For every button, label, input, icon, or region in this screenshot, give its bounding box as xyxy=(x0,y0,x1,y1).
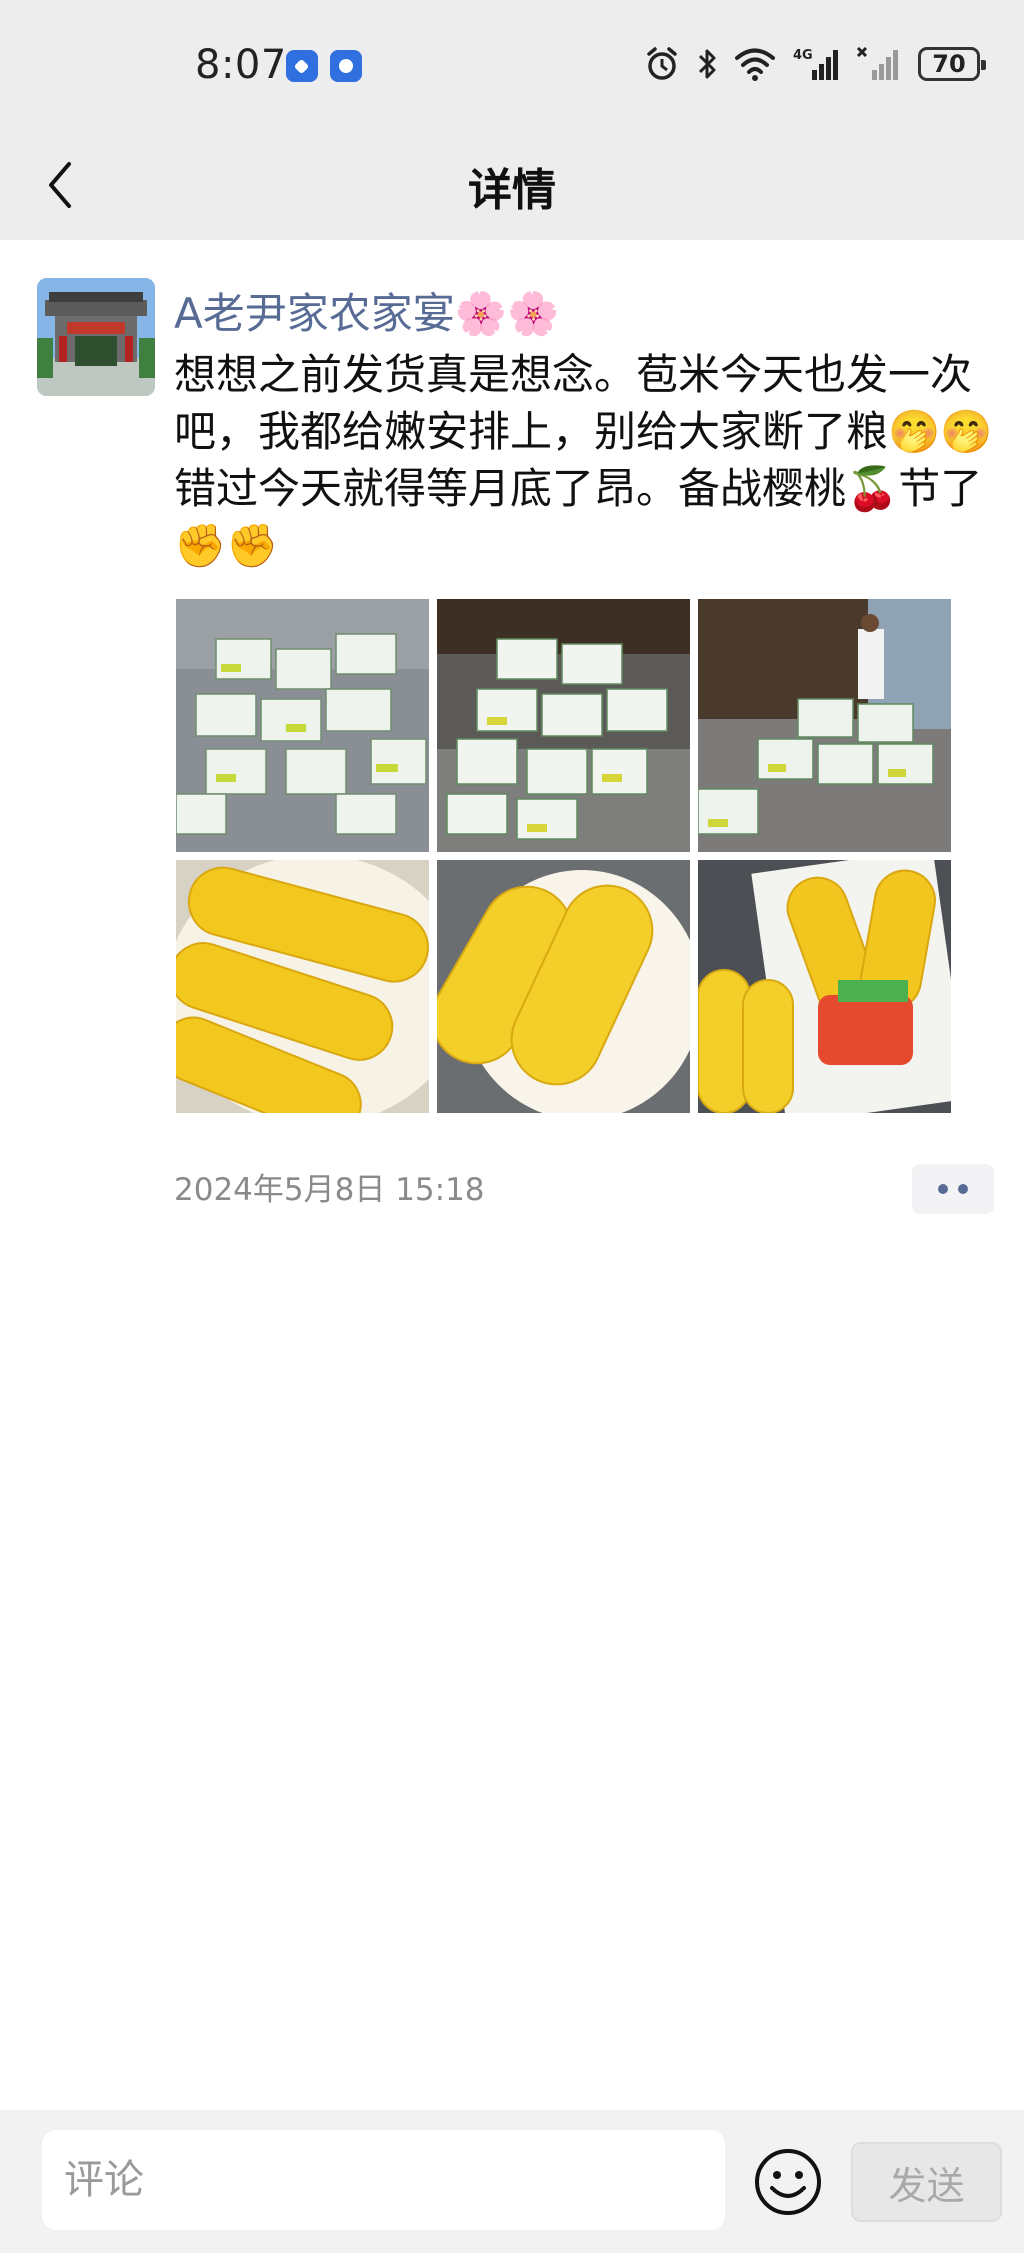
send-button[interactable]: 发送 xyxy=(851,2142,1002,2222)
battery-level: 70 xyxy=(932,50,966,78)
system-icons: 4G 70 xyxy=(644,44,986,84)
status-bar: 8:07 4G 70 xyxy=(0,0,1024,130)
cooked-corn-photo-1[interactable] xyxy=(176,860,429,1113)
emoji-button[interactable] xyxy=(752,2146,824,2218)
corn-boxes-photo-1[interactable] xyxy=(176,599,429,852)
page-title: 详情 xyxy=(468,165,556,216)
wifi-icon xyxy=(735,48,775,81)
more-dot-icon xyxy=(938,1184,948,1194)
avatar[interactable] xyxy=(37,278,155,396)
alarm-icon xyxy=(647,47,677,80)
cooked-corn-photo-2[interactable] xyxy=(437,860,690,1113)
more-dot-icon xyxy=(958,1184,968,1194)
signal-no-sim-icon xyxy=(856,46,898,80)
top-area: 8:07 4G 70 详情 xyxy=(0,0,1024,240)
bluetooth-icon xyxy=(698,49,716,79)
more-actions-button[interactable] xyxy=(912,1164,994,1214)
corn-boxes-photo-3[interactable] xyxy=(698,599,951,852)
photo-grid xyxy=(176,599,952,1113)
app-notification-icon-2 xyxy=(330,50,362,82)
status-time: 8:07 xyxy=(195,42,287,88)
post-author[interactable]: A老尹家农家宴🌸🌸 xyxy=(174,280,559,341)
smiley-icon xyxy=(755,2149,821,2215)
comment-bar: 发送 xyxy=(0,2110,1024,2253)
title-bar: 详情 xyxy=(0,130,1024,240)
post-timestamp: 2024年5月8日 15:18 xyxy=(174,1172,485,1208)
signal-4g-icon: 4G xyxy=(793,48,838,80)
comment-input[interactable] xyxy=(42,2130,725,2230)
post-content: 想想之前发货真是想念。苞米今天也发一次吧，我都给嫩安排上，别给大家断了粮🤭🤭错过… xyxy=(174,350,993,570)
battery-icon: 70 xyxy=(918,47,986,81)
corn-boxes-photo-2[interactable] xyxy=(437,599,690,852)
packaged-corn-photo[interactable] xyxy=(698,860,951,1113)
app-notification-icon xyxy=(286,50,318,82)
svg-text:4G: 4G xyxy=(793,48,813,63)
avatar-image xyxy=(37,278,155,396)
